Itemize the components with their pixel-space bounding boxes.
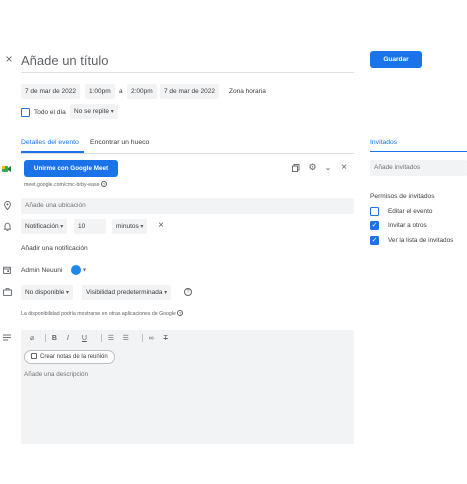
calendar-icon (3, 266, 11, 276)
guest-permissions-title: Permisos de invitados (370, 193, 435, 200)
permission-edit-label: Editar el evento (388, 208, 433, 215)
notification-type-select[interactable]: Notificación (21, 219, 68, 234)
permission-view-list-label: Ver la lista de invitados (388, 237, 454, 244)
meet-close-icon[interactable]: × (340, 163, 348, 173)
copy-icon[interactable] (292, 164, 300, 172)
join-meet-button[interactable]: Unirme con Google Meet (24, 160, 118, 177)
time-separator: a (119, 88, 123, 95)
notification-value-input[interactable]: 10 (74, 219, 106, 234)
description-icon (3, 334, 11, 343)
permission-invite-label: Invitar a otros (388, 222, 427, 229)
tabs-divider (21, 153, 354, 154)
attach-icon[interactable]: ⌀ (30, 334, 39, 342)
tab-find-slot[interactable]: Encontrar un hueco (90, 139, 149, 146)
notification-unit-select[interactable]: minutos (112, 219, 148, 234)
title-input[interactable]: Añade un título (21, 53, 108, 68)
notes-icon (31, 353, 37, 360)
description-editor[interactable] (21, 330, 354, 444)
availability-value: No disponible (25, 289, 65, 296)
editor-toolbar: ⌀ B I U ☰ ☰ ∞ T (30, 334, 177, 344)
meet-link-text: meet.google.com/cmc-brby-ease (24, 182, 100, 188)
calendar-owner[interactable]: Admin Neuuni (21, 267, 62, 274)
location-input[interactable]: Añade una ubicación (21, 198, 354, 214)
visibility-value: Visibilidad predeterminada (86, 289, 163, 296)
calendar-color-picker[interactable]: ▾ (71, 265, 86, 275)
save-button[interactable]: Guardar (370, 51, 422, 68)
briefcase-icon (2, 288, 12, 298)
all-day-checkbox[interactable] (21, 108, 30, 117)
meeting-notes-label: Crear notas de la reunión (40, 354, 108, 360)
remove-notification-icon[interactable]: × (157, 221, 165, 231)
gear-icon[interactable]: ⚙ (308, 163, 317, 172)
tab-event-details[interactable]: Detalles del evento (21, 139, 79, 146)
timezone-link[interactable]: Zona horaria (229, 88, 266, 95)
underline-icon[interactable]: U (82, 335, 95, 342)
add-notification-link[interactable]: Añadir una notificación (21, 245, 88, 252)
permission-view-list-checkbox[interactable]: ✓ (370, 236, 379, 245)
color-caret-icon: ▾ (82, 267, 86, 274)
availability-note: La disponibilidad podría mostrarse en ot… (21, 310, 184, 317)
link-icon[interactable]: ∞ (149, 335, 162, 342)
notification-type-value: Notificación (25, 223, 59, 230)
start-date-field[interactable]: 7 de mar de 2022 (21, 84, 80, 99)
all-day-label: Todo el día (34, 109, 66, 116)
end-date-field[interactable]: 7 de mar de 2022 (160, 84, 219, 99)
availability-note-text: La disponibilidad podría mostrarse en ot… (21, 311, 176, 317)
start-time-field[interactable]: 1:00pm (85, 84, 115, 99)
bell-icon (2, 222, 12, 233)
toolbar-divider (44, 334, 46, 343)
numbered-list-icon[interactable]: ☰ (108, 334, 121, 342)
close-icon[interactable]: × (4, 53, 14, 65)
repeat-select[interactable]: No se repite (70, 104, 118, 119)
location-icon (3, 201, 11, 212)
clear-format-icon[interactable]: T (164, 335, 177, 342)
toolbar-divider (100, 334, 102, 343)
description-placeholder: Añade una descripción (24, 371, 89, 378)
italic-icon[interactable]: I (67, 335, 80, 342)
permission-edit-checkbox[interactable] (370, 207, 379, 216)
availability-note-help-icon[interactable]: ? (177, 310, 184, 316)
permission-invite-checkbox[interactable]: ✓ (370, 221, 379, 230)
repeat-select-value: No se repite (74, 108, 110, 115)
end-time-field[interactable]: 2:00pm (127, 84, 157, 99)
toolbar-divider (141, 334, 143, 343)
chevron-down-icon[interactable]: ⌄ (324, 164, 332, 172)
help-icon[interactable]: ? (101, 181, 107, 187)
color-dot (71, 265, 81, 275)
guests-tab-indicator (370, 151, 467, 152)
add-guests-input[interactable]: Añade invitados (370, 160, 467, 176)
bold-icon[interactable]: B (52, 335, 65, 342)
availability-select[interactable]: No disponible (21, 285, 74, 300)
meeting-notes-button[interactable]: Crear notas de la reunión (24, 350, 115, 364)
meet-link[interactable]: meet.google.com/cmc-brby-ease ? (24, 181, 107, 188)
notification-unit-value: minutos (116, 223, 139, 230)
meet-icon (2, 165, 11, 173)
title-underline (21, 72, 354, 73)
bulleted-list-icon[interactable]: ☰ (123, 334, 136, 342)
visibility-help-icon[interactable]: ? (184, 288, 192, 296)
visibility-select[interactable]: Visibilidad predeterminada (82, 285, 172, 300)
tab-guests[interactable]: Invitados (370, 139, 397, 146)
